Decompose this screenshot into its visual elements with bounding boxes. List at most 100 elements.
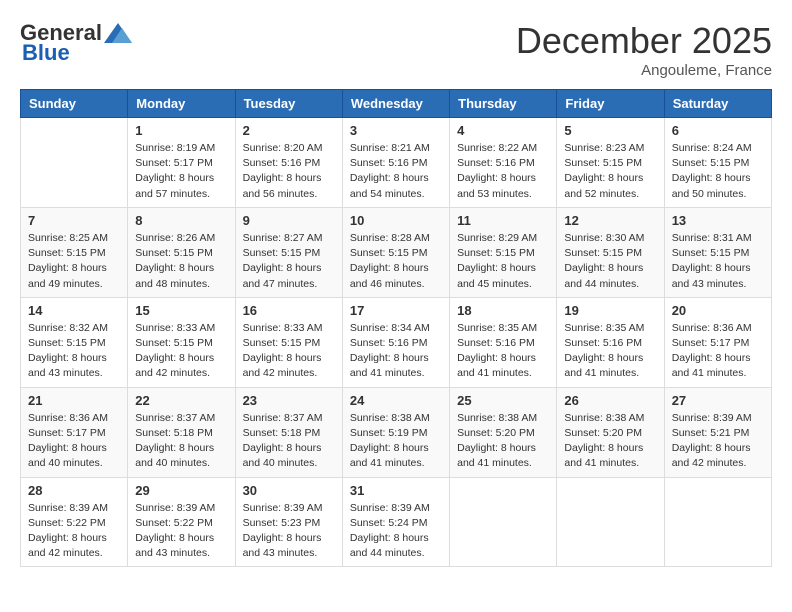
day-number: 15 <box>135 303 227 318</box>
day-info: Sunrise: 8:38 AM Sunset: 5:20 PM Dayligh… <box>564 411 656 472</box>
calendar-cell: 17 Sunrise: 8:34 AM Sunset: 5:16 PM Dayli… <box>342 297 449 387</box>
calendar-cell: 14Sunrise: 8:32 AM Sunset: 5:15 PM Dayli… <box>21 297 128 387</box>
day-number: 30 <box>243 483 335 498</box>
day-number: 25 <box>457 393 549 408</box>
day-info: Sunrise: 8:23 AM Sunset: 5:15 PM Dayligh… <box>564 141 656 202</box>
day-number: 27 <box>672 393 764 408</box>
day-info: Sunrise: 8:30 AM Sunset: 5:15 PM Dayligh… <box>564 231 656 292</box>
day-number: 22 <box>135 393 227 408</box>
day-info: Sunrise: 8:37 AM Sunset: 5:18 PM Dayligh… <box>243 411 335 472</box>
calendar-cell: 21 Sunrise: 8:36 AM Sunset: 5:17 PM Dayli… <box>21 387 128 477</box>
day-info: Sunrise: 8:37 AM Sunset: 5:18 PM Dayligh… <box>135 411 227 472</box>
logo-icon <box>104 23 132 43</box>
calendar-cell: 25 Sunrise: 8:38 AM Sunset: 5:20 PM Dayli… <box>450 387 557 477</box>
calendar-cell: 28Sunrise: 8:39 AM Sunset: 5:22 PM Dayli… <box>21 477 128 567</box>
calendar-cell: 9 Sunrise: 8:27 AM Sunset: 5:15 PM Daylig… <box>235 207 342 297</box>
day-number: 28 <box>28 483 120 498</box>
day-info: Sunrise: 8:32 AM Sunset: 5:15 PM Dayligh… <box>28 321 120 382</box>
day-number: 17 <box>350 303 442 318</box>
calendar-cell: 29Sunrise: 8:39 AM Sunset: 5:22 PM Dayli… <box>128 477 235 567</box>
calendar-cell <box>664 477 771 567</box>
page-header: General Blue December 2025 Angouleme, Fr… <box>20 20 772 79</box>
day-number: 7 <box>28 213 120 228</box>
weekday-header-sunday: Sunday <box>21 90 128 118</box>
day-info: Sunrise: 8:39 AM Sunset: 5:22 PM Dayligh… <box>135 501 227 562</box>
calendar-cell: 16 Sunrise: 8:33 AM Sunset: 5:15 PM Dayli… <box>235 297 342 387</box>
calendar-cell: 11Sunrise: 8:29 AM Sunset: 5:15 PM Dayli… <box>450 207 557 297</box>
day-info: Sunrise: 8:20 AM Sunset: 5:16 PM Dayligh… <box>243 141 335 202</box>
calendar-cell: 6 Sunrise: 8:24 AM Sunset: 5:15 PM Daylig… <box>664 118 771 208</box>
day-info: Sunrise: 8:19 AM Sunset: 5:17 PM Dayligh… <box>135 141 227 202</box>
day-number: 23 <box>243 393 335 408</box>
day-number: 24 <box>350 393 442 408</box>
day-info: Sunrise: 8:21 AM Sunset: 5:16 PM Dayligh… <box>350 141 442 202</box>
day-info: Sunrise: 8:22 AM Sunset: 5:16 PM Dayligh… <box>457 141 549 202</box>
logo-blue-text: Blue <box>22 40 70 66</box>
calendar-cell: 12Sunrise: 8:30 AM Sunset: 5:15 PM Dayli… <box>557 207 664 297</box>
day-info: Sunrise: 8:28 AM Sunset: 5:15 PM Dayligh… <box>350 231 442 292</box>
day-number: 5 <box>564 123 656 138</box>
calendar-cell: 15 Sunrise: 8:33 AM Sunset: 5:15 PM Dayli… <box>128 297 235 387</box>
day-info: Sunrise: 8:35 AM Sunset: 5:16 PM Dayligh… <box>457 321 549 382</box>
day-info: Sunrise: 8:33 AM Sunset: 5:15 PM Dayligh… <box>135 321 227 382</box>
day-info: Sunrise: 8:34 AM Sunset: 5:16 PM Dayligh… <box>350 321 442 382</box>
title-section: December 2025 Angouleme, France <box>516 20 772 79</box>
day-info: Sunrise: 8:26 AM Sunset: 5:15 PM Dayligh… <box>135 231 227 292</box>
calendar-cell <box>450 477 557 567</box>
day-number: 18 <box>457 303 549 318</box>
calendar-table: SundayMondayTuesdayWednesdayThursdayFrid… <box>20 89 772 567</box>
day-info: Sunrise: 8:38 AM Sunset: 5:20 PM Dayligh… <box>457 411 549 472</box>
calendar-cell: 19Sunrise: 8:35 AM Sunset: 5:16 PM Dayli… <box>557 297 664 387</box>
weekday-header-thursday: Thursday <box>450 90 557 118</box>
day-number: 19 <box>564 303 656 318</box>
logo: General Blue <box>20 20 132 66</box>
day-number: 9 <box>243 213 335 228</box>
calendar-cell: 18 Sunrise: 8:35 AM Sunset: 5:16 PM Dayli… <box>450 297 557 387</box>
day-info: Sunrise: 8:39 AM Sunset: 5:24 PM Dayligh… <box>350 501 442 562</box>
day-number: 8 <box>135 213 227 228</box>
calendar-cell: 5 Sunrise: 8:23 AM Sunset: 5:15 PM Daylig… <box>557 118 664 208</box>
calendar-cell: 20Sunrise: 8:36 AM Sunset: 5:17 PM Dayli… <box>664 297 771 387</box>
calendar-cell: 30Sunrise: 8:39 AM Sunset: 5:23 PM Dayli… <box>235 477 342 567</box>
week-row-4: 21 Sunrise: 8:36 AM Sunset: 5:17 PM Dayli… <box>21 387 772 477</box>
calendar-cell: 23 Sunrise: 8:37 AM Sunset: 5:18 PM Dayli… <box>235 387 342 477</box>
week-row-1: 1 Sunrise: 8:19 AM Sunset: 5:17 PM Daylig… <box>21 118 772 208</box>
week-row-2: 7 Sunrise: 8:25 AM Sunset: 5:15 PM Daylig… <box>21 207 772 297</box>
weekday-header-friday: Friday <box>557 90 664 118</box>
calendar-cell: 31 Sunrise: 8:39 AM Sunset: 5:24 PM Dayli… <box>342 477 449 567</box>
day-number: 2 <box>243 123 335 138</box>
day-number: 11 <box>457 213 549 228</box>
day-number: 16 <box>243 303 335 318</box>
day-info: Sunrise: 8:36 AM Sunset: 5:17 PM Dayligh… <box>672 321 764 382</box>
day-number: 3 <box>350 123 442 138</box>
month-title: December 2025 <box>516 20 772 62</box>
calendar-cell: 24 Sunrise: 8:38 AM Sunset: 5:19 PM Dayli… <box>342 387 449 477</box>
day-number: 6 <box>672 123 764 138</box>
weekday-header-saturday: Saturday <box>664 90 771 118</box>
location-subtitle: Angouleme, France <box>516 62 772 79</box>
day-number: 31 <box>350 483 442 498</box>
calendar-cell: 13Sunrise: 8:31 AM Sunset: 5:15 PM Dayli… <box>664 207 771 297</box>
weekday-header-monday: Monday <box>128 90 235 118</box>
day-info: Sunrise: 8:33 AM Sunset: 5:15 PM Dayligh… <box>243 321 335 382</box>
calendar-cell: 3 Sunrise: 8:21 AM Sunset: 5:16 PM Daylig… <box>342 118 449 208</box>
day-info: Sunrise: 8:36 AM Sunset: 5:17 PM Dayligh… <box>28 411 120 472</box>
day-info: Sunrise: 8:24 AM Sunset: 5:15 PM Dayligh… <box>672 141 764 202</box>
calendar-cell: 2 Sunrise: 8:20 AM Sunset: 5:16 PM Daylig… <box>235 118 342 208</box>
day-info: Sunrise: 8:38 AM Sunset: 5:19 PM Dayligh… <box>350 411 442 472</box>
calendar-cell: 22 Sunrise: 8:37 AM Sunset: 5:18 PM Dayli… <box>128 387 235 477</box>
day-info: Sunrise: 8:25 AM Sunset: 5:15 PM Dayligh… <box>28 231 120 292</box>
day-info: Sunrise: 8:27 AM Sunset: 5:15 PM Dayligh… <box>243 231 335 292</box>
calendar-cell <box>557 477 664 567</box>
calendar-cell: 27Sunrise: 8:39 AM Sunset: 5:21 PM Dayli… <box>664 387 771 477</box>
day-number: 13 <box>672 213 764 228</box>
calendar-cell: 8 Sunrise: 8:26 AM Sunset: 5:15 PM Daylig… <box>128 207 235 297</box>
calendar-cell: 7 Sunrise: 8:25 AM Sunset: 5:15 PM Daylig… <box>21 207 128 297</box>
day-number: 1 <box>135 123 227 138</box>
day-number: 26 <box>564 393 656 408</box>
day-number: 10 <box>350 213 442 228</box>
calendar-cell: 26 Sunrise: 8:38 AM Sunset: 5:20 PM Dayli… <box>557 387 664 477</box>
weekday-header-row: SundayMondayTuesdayWednesdayThursdayFrid… <box>21 90 772 118</box>
day-number: 21 <box>28 393 120 408</box>
weekday-header-tuesday: Tuesday <box>235 90 342 118</box>
